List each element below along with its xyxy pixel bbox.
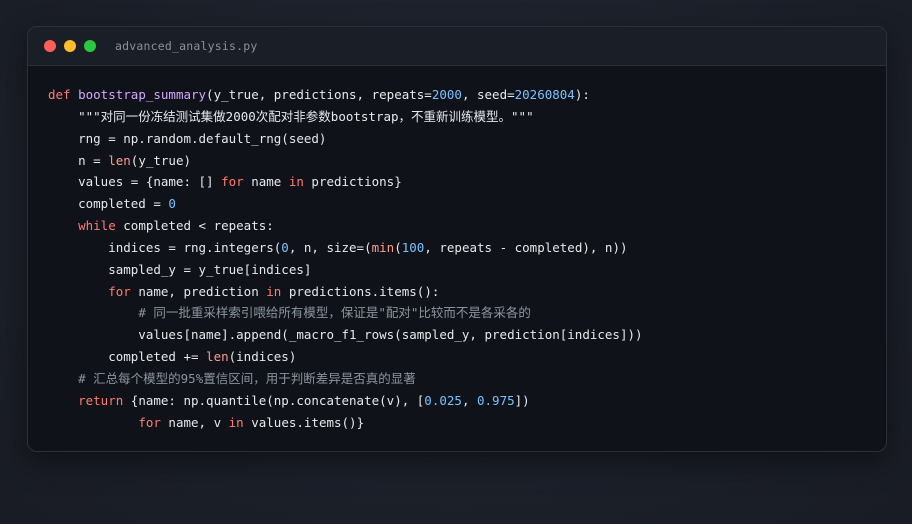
keyword-token: for <box>138 414 161 430</box>
docstring-token: """对同一份冻结测试集做2000次配对非参数bootstrap，不重新训练模型… <box>78 108 534 124</box>
code-token: , <box>461 392 477 408</box>
code-line: # 同一批重采样索引喂给所有模型，保证是"配对"比较而不是各采各的 <box>48 302 643 324</box>
number-token: 0 <box>281 239 289 255</box>
keyword-token: for <box>108 283 131 299</box>
code-line: completed = 0 <box>48 193 643 215</box>
code-line: sampled_y = y_true[indices] <box>48 259 643 281</box>
function-name-token: bootstrap_summary <box>78 87 207 102</box>
builtin-token: len <box>108 152 131 168</box>
code-token: , repeats - completed), n)) <box>424 239 628 255</box>
code-token: indices = rng.integers( <box>48 239 282 255</box>
number-token: 0.025 <box>424 392 462 408</box>
code-token: name, v <box>160 414 229 430</box>
code-line: return {name: np.quantile(np.concatenate… <box>48 390 643 412</box>
keyword-token: def <box>48 87 79 102</box>
code-token: predictions.items(): <box>281 283 440 299</box>
keyword-token: return <box>78 392 124 408</box>
code-line: n = len(y_true) <box>48 150 643 172</box>
editor-window: advanced_analysis.py def bootstrap_summa… <box>27 26 887 452</box>
code-token: ( <box>394 239 402 255</box>
code-line: def bootstrap_summary(y_true, prediction… <box>48 84 643 106</box>
builtin-token: min <box>371 239 395 255</box>
title-bar: advanced_analysis.py <box>28 27 886 66</box>
code-line: rng = np.random.default_rng(seed) <box>48 128 643 150</box>
code-line: # 汇总每个模型的95%置信区间，用于判断差异是否真的显著 <box>48 368 643 390</box>
code-token: ]) <box>514 392 530 408</box>
code-token: completed = <box>48 196 169 212</box>
code-token: , seed= <box>461 87 515 102</box>
comment-token: # 同一批重采样索引喂给所有模型，保证是"配对"比较而不是各采各的 <box>138 305 531 321</box>
number-token: 0 <box>168 196 176 212</box>
code-token: values.items()} <box>243 414 365 430</box>
keyword-token: for <box>221 174 244 190</box>
comment-token: # 汇总每个模型的95%置信区间，用于判断差异是否真的显著 <box>78 370 416 386</box>
code-token: n = <box>48 152 109 168</box>
keyword-token: while <box>78 218 116 234</box>
code-block[interactable]: def bootstrap_summary(y_true, prediction… <box>48 84 643 434</box>
code-token: values = {name: [] <box>48 174 222 190</box>
minimize-window-button[interactable] <box>64 40 76 52</box>
code-token: (y_true, predictions, repeats= <box>206 87 432 102</box>
code-token: {name: np.quantile(np.concatenate(v), [ <box>123 392 425 408</box>
builtin-token: len <box>206 349 229 365</box>
code-line: indices = rng.integers(0, n, size=(min(1… <box>48 237 643 259</box>
code-token: completed < repeats: <box>115 218 274 234</box>
code-token: predictions} <box>303 174 402 190</box>
code-token: name <box>243 174 289 190</box>
code-token: (y_true) <box>130 152 192 168</box>
code-token: completed += <box>48 349 207 365</box>
code-token: name, prediction <box>130 283 267 299</box>
code-line: completed += len(indices) <box>48 346 643 368</box>
keyword-token: in <box>266 283 282 299</box>
number-token: 2000 <box>431 87 462 102</box>
code-token: ): <box>574 87 590 102</box>
code-token: values[name].append(_macro_f1_rows(sampl… <box>48 327 643 343</box>
code-line: values[name].append(_macro_f1_rows(sampl… <box>48 324 643 346</box>
maximize-window-button[interactable] <box>84 40 96 52</box>
number-token: 0.975 <box>477 392 515 408</box>
code-token: sampled_y = y_true[indices] <box>48 261 312 277</box>
file-name: advanced_analysis.py <box>115 39 258 53</box>
code-line: values = {name: [] for name in predictio… <box>48 171 643 193</box>
code-line: for name, v in values.items()} <box>48 412 643 434</box>
code-line: for name, prediction in predictions.item… <box>48 281 643 303</box>
code-token: rng = np.random.default_rng(seed) <box>48 130 327 146</box>
keyword-token: in <box>288 174 304 190</box>
close-window-button[interactable] <box>44 40 56 52</box>
number-token: 20260804 <box>514 87 575 102</box>
number-token: 100 <box>401 239 425 255</box>
code-token: , n, size=( <box>288 239 372 255</box>
keyword-token: in <box>228 414 244 430</box>
code-line: while completed < repeats: <box>48 215 643 237</box>
code-line: """对同一份冻结测试集做2000次配对非参数bootstrap，不重新训练模型… <box>48 106 643 128</box>
code-token: (indices) <box>228 349 297 365</box>
